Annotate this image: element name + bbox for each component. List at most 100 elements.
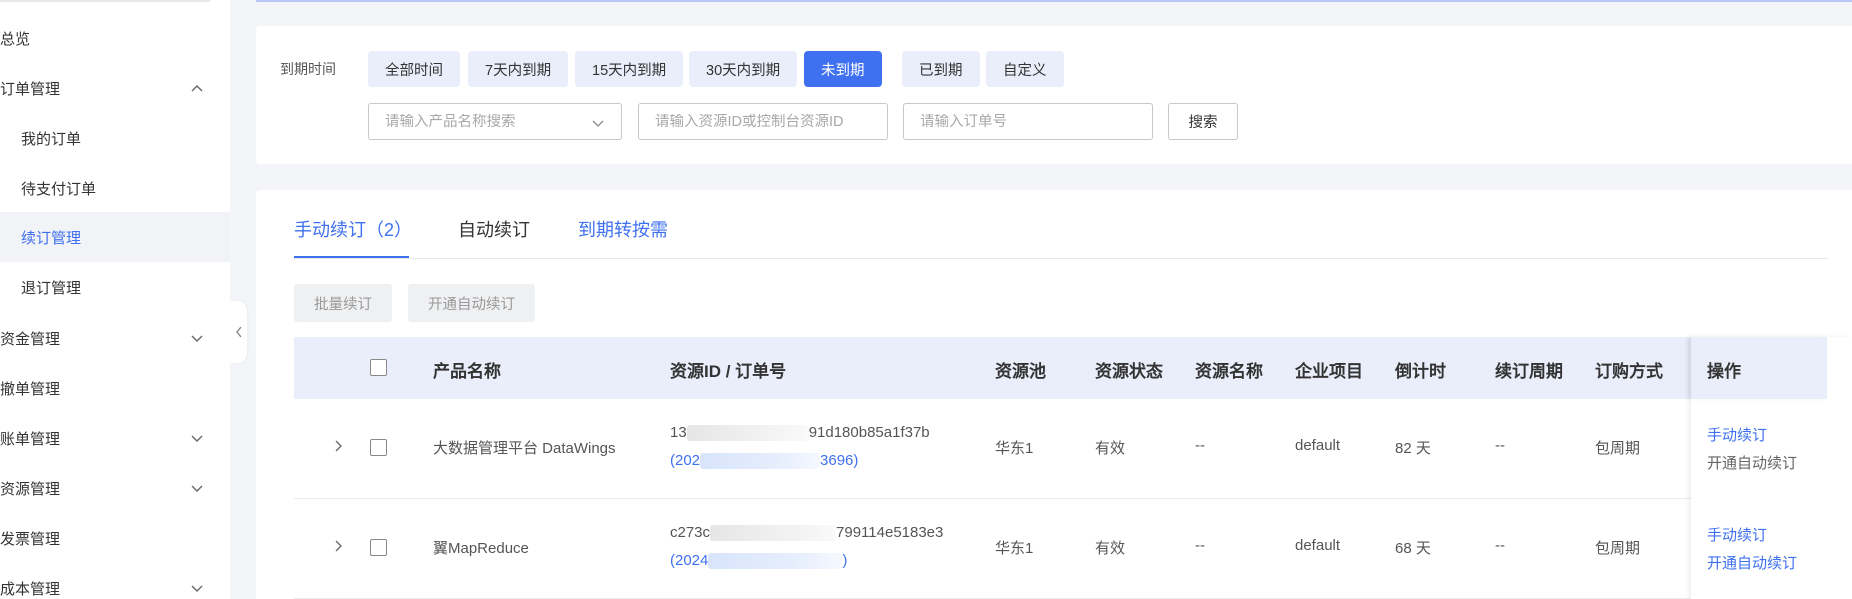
col-resource-pool: 资源池 — [995, 362, 1046, 381]
row-checkbox[interactable] — [370, 539, 387, 556]
manual-renew-link[interactable]: 手动续订 — [1707, 424, 1767, 445]
tab-expire-to-ondemand[interactable]: 到期转按需 — [578, 216, 668, 242]
product-name: 大数据管理平台 DataWings — [433, 440, 616, 457]
order-number-suffix: 3696) — [820, 452, 859, 469]
sidebar-item-costs[interactable]: 成本管理 — [0, 563, 230, 599]
order-number-suffix: ) — [842, 552, 848, 569]
operations-header: 操作 — [1691, 337, 1827, 399]
enterprise-project: default — [1295, 537, 1341, 554]
product-name: 翼MapReduce — [433, 540, 529, 557]
order-number-prefix: (202 — [670, 452, 701, 469]
chevron-left-icon — [235, 326, 242, 338]
resource-id-input[interactable] — [655, 113, 887, 130]
sidebar-item-pending-payment[interactable]: 待支付订单 — [0, 163, 230, 213]
col-enterprise-project: 企业项目 — [1295, 362, 1363, 381]
enterprise-project: default — [1295, 437, 1341, 454]
sidebar-item-label: 总览 — [0, 30, 31, 48]
row-checkbox[interactable] — [370, 439, 387, 456]
col-resource-name: 资源名称 — [1195, 362, 1263, 381]
table-row: 大数据管理平台 DataWings 13 91d180b85a1f37b (202… — [294, 399, 1828, 499]
renewal-period: -- — [1495, 437, 1505, 454]
order-number-field[interactable] — [903, 103, 1153, 140]
resource-id-suffix: 799114e5183e3 — [836, 524, 944, 541]
purchase-mode: 包周期 — [1595, 540, 1641, 557]
col-countdown: 倒计时 — [1395, 362, 1446, 381]
product-search-input[interactable] — [385, 113, 621, 130]
redacted-mask — [700, 453, 821, 470]
resource-id-prefix: 13 — [670, 424, 687, 441]
col-resource-id: 资源ID / 订单号 — [670, 362, 787, 381]
col-product-name: 产品名称 — [433, 362, 501, 381]
enable-auto-renew-button[interactable]: 开通自动续订 — [408, 284, 535, 322]
renewal-list-panel: 手动续订（2） 自动续订 到期转按需 批量续订 开通自动续订 产品名称 资源ID… — [256, 190, 1852, 599]
sidebar-item-label: 发票管理 — [0, 530, 61, 548]
sidebar-item-label: 我的订单 — [21, 130, 82, 148]
redacted-mask — [686, 425, 809, 442]
table-row: 翼MapReduce c273c 799114e5183e3 (2024) 华东1… — [294, 499, 1828, 599]
countdown: 68 天 — [1395, 540, 1431, 557]
resource-status: 有效 — [1095, 440, 1126, 457]
tab-divider — [294, 258, 1828, 259]
sidebar-item-orders[interactable]: 订单管理 — [0, 63, 230, 113]
chip-7-days[interactable]: 7天内到期 — [468, 51, 569, 87]
chip-custom[interactable]: 自定义 — [986, 51, 1064, 87]
sidebar-item-cancel-orders[interactable]: 撤单管理 — [0, 363, 230, 413]
sidebar-divider — [0, 0, 210, 2]
filter-panel: 到期时间 全部时间 7天内到期 15天内到期 30天内到期 未到期 已到期 自定… — [256, 26, 1852, 164]
chip-all-time[interactable]: 全部时间 — [368, 51, 460, 87]
col-resource-status: 资源状态 — [1095, 362, 1163, 381]
chip-30-days[interactable]: 30天内到期 — [689, 51, 798, 87]
col-renewal-period: 续订周期 — [1495, 362, 1563, 381]
sidebar-collapse-button[interactable] — [230, 301, 247, 363]
chevron-right-icon[interactable] — [331, 539, 345, 553]
chip-expired[interactable]: 已到期 — [902, 51, 980, 87]
sidebar-item-renewal[interactable]: 续订管理 — [0, 212, 230, 262]
top-accent-line — [256, 0, 1852, 2]
sidebar-item-label: 资金管理 — [0, 330, 61, 348]
sidebar-item-label: 成本管理 — [0, 580, 61, 598]
order-number-input[interactable] — [920, 113, 1152, 130]
renewal-period: -- — [1495, 537, 1505, 554]
table-header: 产品名称 资源ID / 订单号 资源池 资源状态 资源名称 企业项目 倒计时 续… — [294, 337, 1828, 399]
resource-name: -- — [1195, 537, 1205, 554]
chip-15-days[interactable]: 15天内到期 — [575, 51, 684, 87]
order-number-prefix: (2024 — [670, 552, 709, 569]
product-select[interactable] — [368, 103, 622, 140]
enable-auto-renew-link[interactable]: 开通自动续订 — [1707, 552, 1797, 573]
tab-manual-renewal[interactable]: 手动续订（2） — [294, 216, 412, 242]
batch-renew-button[interactable]: 批量续订 — [294, 284, 392, 322]
enable-auto-renew-link[interactable]: 开通自动续订 — [1707, 452, 1797, 473]
col-purchase-mode: 订购方式 — [1595, 362, 1663, 381]
sidebar-item-label: 退订管理 — [21, 279, 82, 297]
col-operations: 操作 — [1707, 362, 1741, 381]
sidebar-item-label: 订单管理 — [0, 80, 61, 98]
sidebar-item-unsubscribe[interactable]: 退订管理 — [0, 262, 230, 312]
order-number-link[interactable]: (202 3696) — [670, 452, 859, 470]
chevron-down-icon — [191, 435, 203, 442]
sidebar-item-label: 资源管理 — [0, 480, 61, 498]
resource-id-field[interactable] — [638, 103, 888, 140]
sidebar-item-overview[interactable]: 总览 — [0, 13, 230, 63]
countdown: 82 天 — [1395, 440, 1431, 457]
chevron-right-icon[interactable] — [331, 439, 345, 453]
purchase-mode: 包周期 — [1595, 440, 1641, 457]
resource-id: 13 91d180b85a1f37b — [670, 424, 930, 442]
sidebar-item-label: 账单管理 — [0, 430, 61, 448]
sidebar-item-resources[interactable]: 资源管理 — [0, 463, 230, 513]
select-all-checkbox[interactable] — [370, 359, 387, 376]
chip-not-expired[interactable]: 未到期 — [804, 51, 882, 87]
sidebar-item-label: 续订管理 — [21, 229, 82, 247]
redacted-mask — [708, 553, 843, 570]
tab-auto-renewal[interactable]: 自动续订 — [458, 216, 530, 242]
sidebar-item-bills[interactable]: 账单管理 — [0, 413, 230, 463]
sidebar-item-invoices[interactable]: 发票管理 — [0, 513, 230, 563]
sidebar-item-my-orders[interactable]: 我的订单 — [0, 113, 230, 163]
search-button[interactable]: 搜索 — [1168, 103, 1238, 140]
order-number-link[interactable]: (2024) — [670, 552, 848, 570]
resource-id-suffix: 91d180b85a1f37b — [808, 424, 930, 441]
sidebar-item-funds[interactable]: 资金管理 — [0, 313, 230, 363]
manual-renew-link[interactable]: 手动续订 — [1707, 524, 1767, 545]
resource-pool: 华东1 — [995, 440, 1034, 457]
resource-status: 有效 — [1095, 540, 1126, 557]
chevron-down-icon — [191, 485, 203, 492]
